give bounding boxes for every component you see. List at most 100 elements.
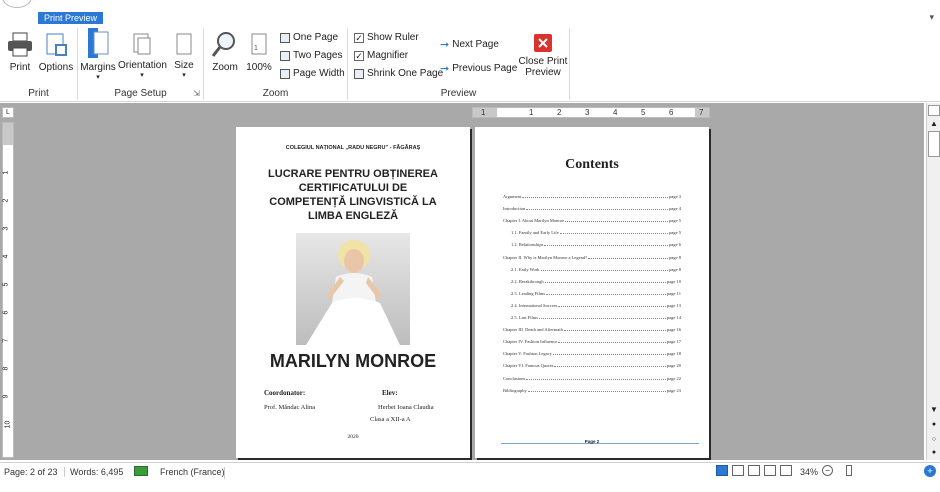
close-label-line2: Preview: [525, 67, 561, 78]
toc-entry-title: Chapter III. Death and Aftermath: [503, 327, 563, 333]
next-page-browse-icon[interactable]: ●: [928, 449, 940, 456]
coordinator-name: Prof. Măndac Alina: [264, 404, 316, 411]
size-button[interactable]: Size ▾: [170, 32, 198, 79]
group-preview: ✓ Show Ruler ✓ Magnifier Shrink One Page…: [348, 28, 570, 100]
toc-entry: Chapter IV. Fashion Influence page 17: [503, 332, 681, 344]
scroll-thumb[interactable]: [928, 131, 940, 157]
magnifier-checkbox[interactable]: ✓ Magnifier: [354, 50, 408, 61]
page-width-button[interactable]: Page Width: [280, 68, 345, 79]
close-print-preview-button[interactable]: Close Print Preview: [518, 34, 568, 78]
previous-page-button[interactable]: ➞ Previous Page: [440, 62, 517, 75]
group-print-label: Print: [28, 88, 49, 99]
scroll-up-icon[interactable]: ▲: [928, 119, 940, 129]
page-setup-launcher-icon[interactable]: ⇲: [193, 89, 200, 98]
orientation-chevron-icon: ▾: [140, 72, 144, 79]
zoom-button[interactable]: Zoom: [208, 30, 242, 73]
office-button[interactable]: [2, 0, 32, 8]
select-browse-object-icon[interactable]: ○: [928, 436, 940, 443]
full-screen-reading-icon[interactable]: [732, 465, 744, 476]
zoom-slider-thumb[interactable]: [846, 465, 852, 476]
toc-entry-title: Chapter V. Fashion Legacy: [503, 351, 552, 357]
margins-button[interactable]: Margins ▾: [80, 28, 116, 81]
ruler-toggle-icon[interactable]: [928, 105, 940, 116]
toc-entry-title: 2.4. International Success: [511, 302, 558, 308]
toc-entry-page: page 5: [669, 230, 681, 236]
status-zoom-level[interactable]: 34%: [800, 467, 818, 477]
toc-entry-page: page 8: [669, 254, 681, 260]
horizontal-ruler[interactable]: 1 1 2 3 4 5 6 7: [472, 107, 710, 118]
shrink-icon: [354, 68, 364, 79]
student-class: Clasa a XII-a A: [370, 416, 411, 423]
toc-entry-title: 1.1. Family and Early Life: [511, 230, 559, 236]
toc-entry-title: Chapter IV. Fashion Influence: [503, 339, 558, 345]
toc-entry: 1.1. Family and Early Life page 5: [503, 223, 681, 235]
toc-entry: 1.2. Relationships page 6: [503, 235, 681, 247]
student-label: Elev:: [382, 389, 398, 397]
next-page-button[interactable]: ➞ Next Page: [440, 38, 499, 51]
group-page-setup: Margins ▾ Orientation ▾ Size ▾ Page Setu…: [78, 28, 204, 100]
proofing-icon[interactable]: [134, 466, 148, 476]
close-label-line1: Close Print: [518, 56, 568, 67]
page-width-icon: [280, 68, 290, 79]
toc-entry-title: 1.2. Relationships: [511, 242, 544, 248]
orientation-button[interactable]: Orientation ▾: [118, 32, 167, 79]
group-zoom-label: Zoom: [262, 88, 289, 99]
prev-page-browse-icon[interactable]: ●: [928, 421, 940, 428]
page-cover[interactable]: COLEGIUL NAȚIONAL „RADU NEGRU” - FĂGĂRAȘ…: [236, 127, 470, 458]
status-page[interactable]: Page: 2 of 23: [4, 467, 58, 477]
toc-entry-page: page 22: [666, 375, 681, 381]
zoom-100-label: 100%: [246, 62, 272, 73]
page-width-label: Page Width: [293, 68, 345, 79]
ruler-number: 6: [669, 108, 674, 117]
status-bar: Page: 2 of 23 Words: 6,495 French (Franc…: [0, 462, 940, 492]
draft-view-icon[interactable]: [780, 465, 792, 476]
toc-entry: Conclusions page 22: [503, 368, 681, 381]
toc-entry: Chapter V. Fashion Legacy page 18: [503, 344, 681, 356]
previous-page-icon: ➞: [440, 63, 450, 75]
shrink-one-page-button[interactable]: Shrink One Page: [354, 68, 443, 79]
group-preview-label: Preview: [440, 88, 477, 99]
zoom-100-button[interactable]: 1 100%: [244, 32, 274, 73]
vertical-ruler[interactable]: 1 2 3 4 5 6 7 8 9 10: [2, 122, 14, 458]
toc-leader: [558, 342, 666, 344]
print-layout-view-icon[interactable]: [716, 465, 728, 476]
two-pages-button[interactable]: Two Pages: [280, 50, 342, 61]
toc-entry: Chapter III. Death and Aftermath page 16: [503, 320, 681, 332]
ribbon-help-chevron-icon[interactable]: ▾: [929, 12, 934, 23]
outline-view-icon[interactable]: [764, 465, 776, 476]
student-name: Herbei Ioana Claudia: [378, 404, 434, 411]
coordinator-label: Coordonator:: [264, 389, 306, 397]
print-button[interactable]: Print: [4, 32, 36, 73]
scroll-down-icon[interactable]: ▼: [928, 405, 940, 415]
show-ruler-checkbox[interactable]: ✓ Show Ruler: [354, 32, 419, 43]
zoom-in-icon[interactable]: +: [924, 465, 936, 477]
close-icon: [534, 34, 552, 52]
page-contents[interactable]: Contents Argument page 3 Introduction page …: [475, 127, 709, 458]
web-layout-icon[interactable]: [748, 465, 760, 476]
toc-entry-title: Chapter VI. Famous Quotes: [503, 363, 554, 369]
toc-entry: Bibliography page 23: [503, 381, 681, 393]
toc-entry-title: Chapter I. About Marilyn Monroe: [503, 218, 565, 224]
tab-selector-icon[interactable]: L: [2, 107, 14, 118]
status-words[interactable]: Words: 6,495: [64, 467, 123, 477]
vertical-scrollbar[interactable]: ▲ ▼ ● ○ ●: [926, 103, 940, 460]
group-print: Print Options Print: [0, 28, 78, 100]
one-page-button[interactable]: One Page: [280, 32, 338, 43]
one-page-label: One Page: [293, 32, 339, 43]
toc-entry-title: 2.3. Leading Films: [511, 290, 545, 296]
zoom-out-icon[interactable]: −: [822, 465, 833, 476]
ruler-number: 5: [641, 108, 646, 117]
magnifier-check-icon: ✓: [354, 50, 364, 61]
options-button[interactable]: Options: [38, 32, 74, 73]
toc-entry-page: page 14: [666, 315, 681, 321]
tab-print-preview[interactable]: Print Preview: [38, 12, 104, 24]
cover-title: LUCRARE PENTRU OBȚINEREA CERTIFICATULUI …: [268, 168, 438, 222]
toc-entry: 2.5. Last Films page 14: [503, 308, 681, 320]
vruler-number: 8: [2, 366, 10, 371]
toc-entry: Chapter I. About Marilyn Monroe page 5: [503, 211, 681, 223]
next-page-icon: ➞: [440, 39, 450, 51]
size-chevron-icon: ▾: [182, 72, 186, 79]
ruler-number: 1: [481, 108, 486, 117]
status-language[interactable]: French (France): [160, 467, 225, 477]
toc-leader: [554, 366, 666, 368]
